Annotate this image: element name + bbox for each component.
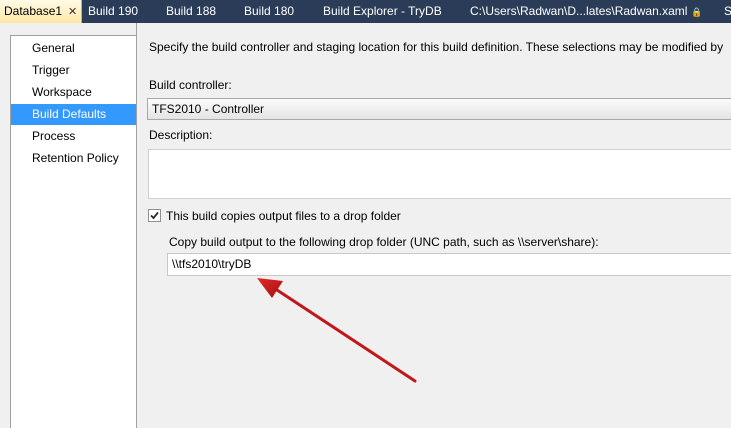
annotation-arrow bbox=[257, 278, 417, 383]
